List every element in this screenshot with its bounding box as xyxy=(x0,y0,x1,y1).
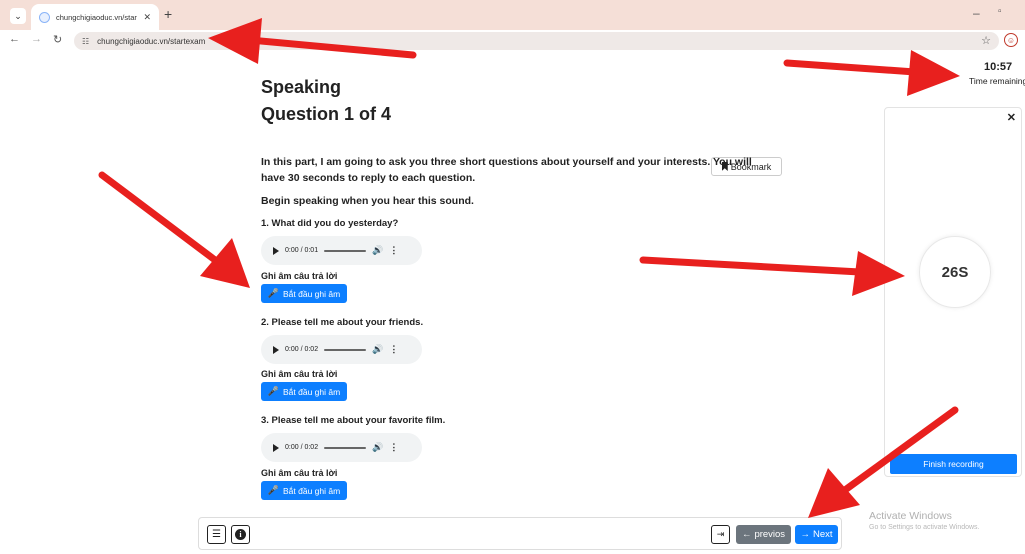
more-options-icon[interactable]: ⋮ xyxy=(389,442,398,453)
tab-close-icon[interactable]: ✕ xyxy=(143,12,151,23)
volume-icon[interactable]: 🔊 xyxy=(372,245,383,256)
bookmark-star-icon[interactable]: ☆ xyxy=(981,34,991,47)
start-recording-button-2[interactable]: 🎤 Bắt đầu ghi âm xyxy=(261,382,347,401)
question-2-text: 2. Please tell me about your friends. xyxy=(261,317,424,328)
volume-icon[interactable]: 🔊 xyxy=(372,442,383,453)
record-label-1: Ghi âm câu trả lời xyxy=(261,271,338,281)
record-label-2: Ghi âm câu trả lời xyxy=(261,369,338,379)
audio-progress-track[interactable] xyxy=(324,249,367,252)
arrow-right-icon: → xyxy=(800,529,810,540)
annotation-arrows xyxy=(98,18,960,518)
info-icon: i xyxy=(235,529,246,540)
close-icon[interactable]: ✕ xyxy=(1007,111,1016,124)
start-recording-label: Bắt đầu ghi âm xyxy=(283,386,341,397)
browser-toolbar: ← → ↻ ☷ chungchigiaoduc.vn/startexam ☆ xyxy=(0,30,1025,52)
instructions-text: In this part, I am going to ask you thre… xyxy=(261,156,752,184)
volume-icon[interactable]: 🔊 xyxy=(372,344,383,355)
microphone-icon: 🎤 xyxy=(267,485,280,495)
audio-time: 0:00 / 0:01 xyxy=(285,247,319,254)
hamburger-icon: ☰ xyxy=(212,529,221,540)
tab-search-chevron-icon[interactable]: ⌄ xyxy=(10,8,26,24)
activate-windows-subtitle: Go to Settings to activate Windows. xyxy=(869,524,980,531)
question-3-text: 3. Please tell me about your favorite fi… xyxy=(261,415,446,426)
section-title: Speaking xyxy=(261,77,342,97)
audio-time: 0:00 / 0:02 xyxy=(285,346,319,353)
menu-list-button[interactable]: ☰ xyxy=(207,525,226,544)
next-label: Next xyxy=(812,529,833,540)
more-options-icon[interactable]: ⋮ xyxy=(389,245,398,256)
audio-progress-track[interactable] xyxy=(324,446,367,449)
next-button[interactable]: → Next xyxy=(795,525,838,544)
tab-title: chungchigiaoduc.vn/startexam xyxy=(56,12,137,22)
browser-tab[interactable]: chungchigiaoduc.vn/startexam ✕ xyxy=(31,4,159,30)
arrow-to-countdown xyxy=(639,251,905,296)
start-recording-button-3[interactable]: 🎤 Bắt đầu ghi âm xyxy=(261,481,347,500)
window-restore-icon[interactable]: ▫ xyxy=(998,6,1002,17)
arrow-to-timer xyxy=(783,50,960,96)
time-remaining-value: 10:57 xyxy=(984,61,1013,73)
microphone-icon: 🎤 xyxy=(267,288,280,298)
previous-button[interactable]: ← previos xyxy=(736,525,791,544)
finish-recording-button[interactable]: Finish recording xyxy=(890,454,1017,474)
audio-progress-track[interactable] xyxy=(324,348,367,351)
site-favicon-icon xyxy=(39,11,50,23)
more-options-icon[interactable]: ⋮ xyxy=(389,344,398,355)
question-progress: Question 1 of 4 xyxy=(261,104,392,124)
play-icon[interactable] xyxy=(273,443,279,452)
audio-player-1[interactable]: 0:00 / 0:01 🔊 ⋮ xyxy=(261,236,422,265)
time-remaining-label: Time remaining xyxy=(969,76,1025,86)
sign-out-icon: ⇥ xyxy=(716,529,725,539)
back-arrow-icon[interactable]: ← xyxy=(9,33,20,45)
previous-label: previos xyxy=(754,529,786,540)
start-recording-label: Bắt đầu ghi âm xyxy=(283,288,341,299)
play-icon[interactable] xyxy=(273,345,279,354)
site-info-icon[interactable]: ☷ xyxy=(82,37,89,46)
forward-arrow-icon[interactable]: → xyxy=(31,33,42,45)
arrow-left-icon: ← xyxy=(741,529,752,540)
start-recording-button-1[interactable]: 🎤 Bắt đầu ghi âm xyxy=(261,284,347,303)
audio-time: 0:00 / 0:02 xyxy=(285,444,319,451)
recording-countdown: 26S xyxy=(919,236,991,308)
url-text: chungchigiaoduc.vn/startexam xyxy=(97,36,206,46)
begin-prompt: Begin speaking when you hear this sound. xyxy=(261,195,474,207)
start-recording-label: Bắt đầu ghi âm xyxy=(283,485,341,496)
question-1-text: 1. What did you do yesterday? xyxy=(261,218,399,229)
address-bar[interactable]: ☷ chungchigiaoduc.vn/startexam ☆ xyxy=(74,32,999,50)
audio-player-2[interactable]: 0:00 / 0:02 🔊 ⋮ xyxy=(261,335,422,364)
info-button[interactable]: i xyxy=(231,525,250,544)
activate-windows-title: Activate Windows xyxy=(869,510,952,522)
bottom-navigation-bar: ☰ i ⇥ ← previos → Next xyxy=(198,517,842,550)
record-label-3: Ghi âm câu trả lời xyxy=(261,468,338,478)
exit-exam-button[interactable]: ⇥ xyxy=(711,525,730,544)
profile-avatar-icon[interactable]: ☺ xyxy=(1004,33,1018,47)
reload-icon[interactable]: ↻ xyxy=(53,33,62,46)
recording-panel: ✕ 26S Finish recording xyxy=(884,107,1022,477)
arrow-to-record-button xyxy=(98,171,250,288)
new-tab-button[interactable]: + xyxy=(164,6,172,22)
browser-tab-bar: ⌄ chungchigiaoduc.vn/startexam ✕ + – ▫ xyxy=(0,0,1025,30)
window-minimize-icon[interactable]: – xyxy=(973,6,980,20)
microphone-icon: 🎤 xyxy=(267,386,280,396)
play-icon[interactable] xyxy=(273,246,279,255)
audio-player-3[interactable]: 0:00 / 0:02 🔊 ⋮ xyxy=(261,433,422,462)
